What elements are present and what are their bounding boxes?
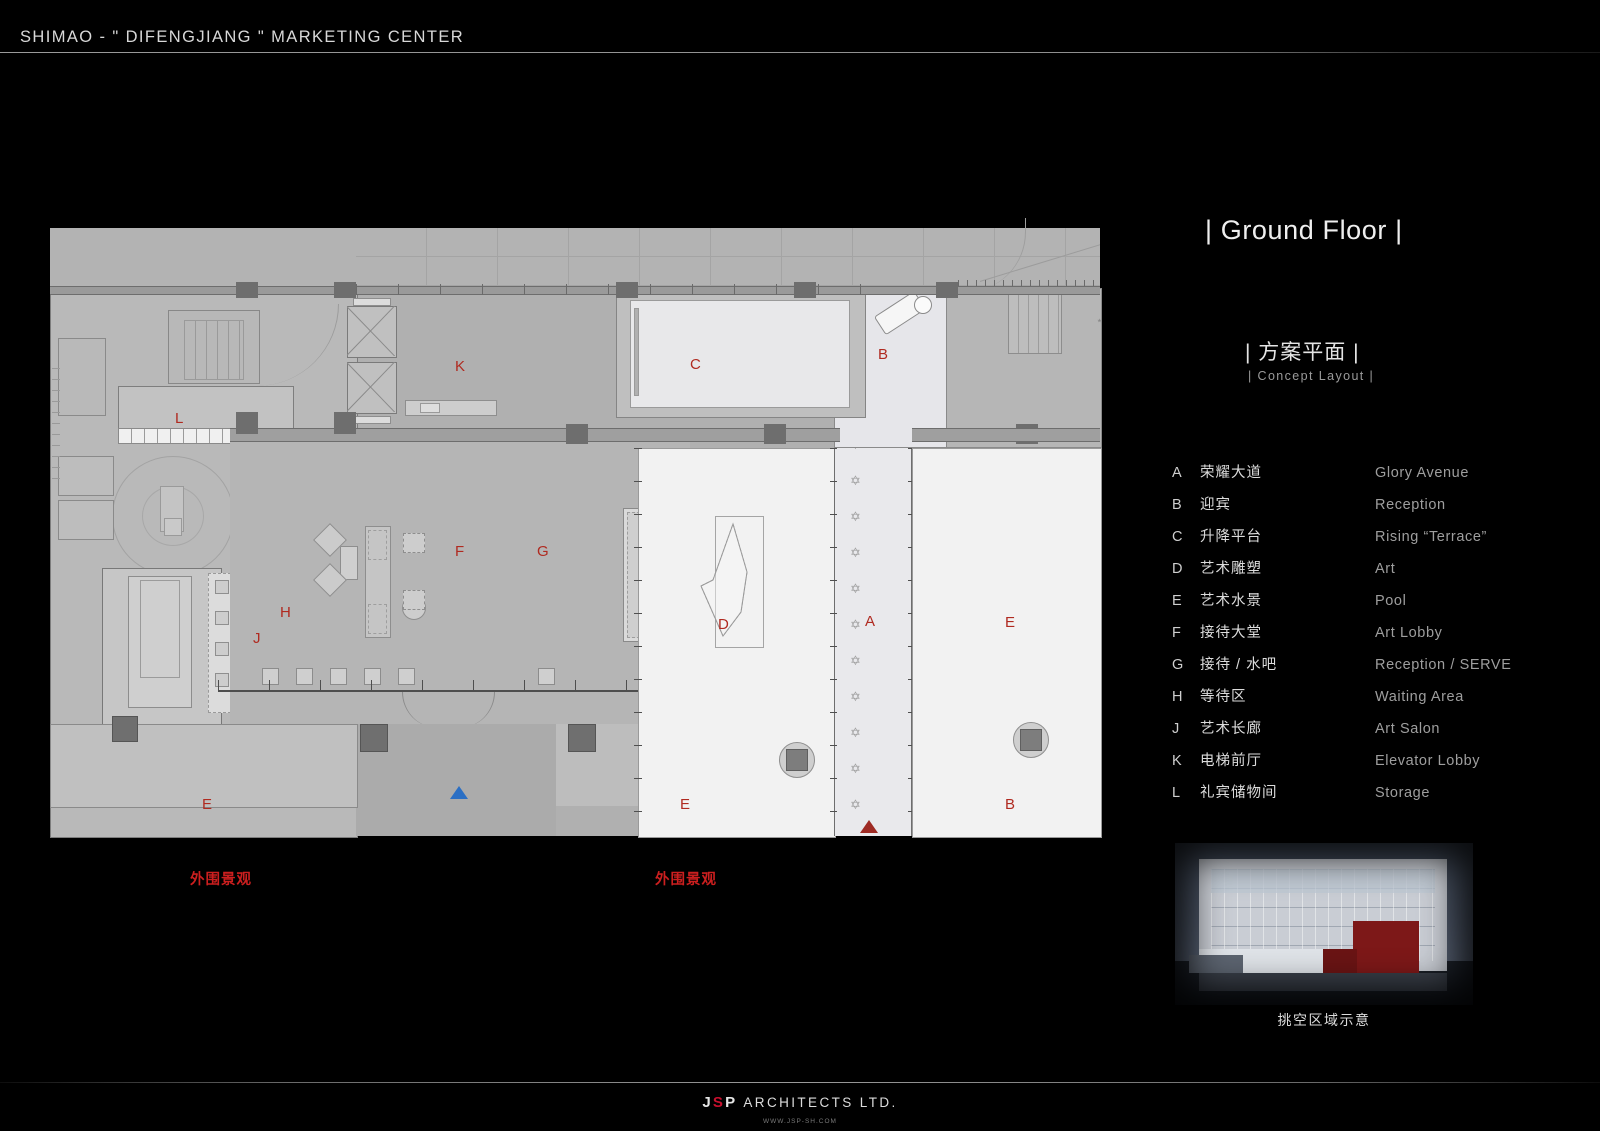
legend-label-en: Storage — [1375, 785, 1430, 801]
legend-label-cn: 接待大堂 — [1200, 625, 1262, 641]
legend-row-l: L 礼宾储物间 Storage — [1172, 781, 1590, 813]
legend-key: K — [1172, 753, 1182, 769]
plan-label-a: A — [865, 613, 876, 630]
logo-letter-j: J — [702, 1094, 713, 1111]
legend-key: C — [1172, 529, 1183, 545]
plan-label-g: G — [537, 543, 549, 560]
plan-label-d: D — [718, 616, 729, 633]
legend-row-g: G 接待 / 水吧 Reception / SERVE — [1172, 653, 1590, 685]
legend-row-h: H 等待区 Waiting Area — [1172, 685, 1590, 717]
panel-title: | Ground Floor | — [1205, 215, 1403, 245]
legend-label-cn: 艺术长廊 — [1200, 721, 1262, 737]
thumb-vignette — [1175, 843, 1473, 1005]
plan-room-label-layer: K L C B F G H J D A E E E B — [50, 228, 1100, 836]
logo-letter-s: S — [712, 1094, 726, 1111]
legend-key: H — [1172, 689, 1183, 705]
plan-label-k: K — [455, 358, 466, 375]
legend-row-j: J 艺术长廊 Art Salon — [1172, 717, 1590, 749]
slide-root: SHIMAO - " DIFENGJIANG " MARKETING CENTE… — [0, 0, 1600, 1131]
panel-subtitle-en: | Concept Layout | — [1248, 369, 1375, 383]
legend-label-en: Waiting Area — [1375, 689, 1464, 705]
plan-label-e: E — [202, 796, 213, 813]
plan-label-f: F — [455, 543, 465, 560]
plan-label-e: E — [1005, 614, 1016, 631]
legend-label-cn: 等待区 — [1200, 689, 1247, 705]
legend-row-e: E 艺术水景 Pool — [1172, 589, 1590, 621]
legend-key: B — [1172, 497, 1182, 513]
site-note: 外围景观 — [655, 872, 717, 888]
legend-key: G — [1172, 657, 1184, 673]
legend-row-c: C 升降平台 Rising “Terrace” — [1172, 525, 1590, 557]
legend-row-d: D 艺术雕塑 Art — [1172, 557, 1590, 589]
company-url: WWW.JSP-SH.COM — [763, 1118, 837, 1125]
legend-label-cn: 迎宾 — [1200, 497, 1231, 513]
plan-label-j: J — [253, 630, 261, 647]
legend-label-en: Pool — [1375, 593, 1407, 609]
legend-key: A — [1172, 465, 1182, 481]
plan-label-b: B — [1005, 796, 1016, 813]
legend-list: A 荣耀大道 Glory Avenue B 迎宾 Reception C 升降平台 Rising… — [1160, 461, 1590, 813]
legend-label-en: Elevator Lobby — [1375, 753, 1481, 769]
legend-label-en: Art Lobby — [1375, 625, 1443, 641]
plan-label-b: B — [878, 346, 889, 363]
legend-label-cn: 艺术雕塑 — [1200, 561, 1262, 577]
legend-label-en: Art Salon — [1375, 721, 1441, 737]
plan-label-h: H — [280, 604, 291, 621]
legend-key: L — [1172, 785, 1181, 801]
elevation-thumbnail[interactable] — [1175, 843, 1473, 1005]
legend-label-cn: 接待 / 水吧 — [1200, 657, 1278, 673]
legend-key: E — [1172, 593, 1182, 609]
plan-label-c: C — [690, 356, 701, 373]
company-logo: JSP ARCHITECTS LTD. — [0, 1094, 1600, 1111]
legend-key: D — [1172, 561, 1183, 577]
legend-label-en: Reception / SERVE — [1375, 657, 1512, 673]
plan-label-l: L — [175, 410, 184, 427]
legend-row-a: A 荣耀大道 Glory Avenue — [1172, 461, 1590, 493]
legend-label-en: Reception — [1375, 497, 1446, 513]
footer-divider — [0, 1082, 1600, 1083]
legend-label-cn: 升降平台 — [1200, 529, 1262, 545]
legend-label-en: Rising “Terrace” — [1375, 529, 1487, 545]
page-title: SHIMAO - " DIFENGJIANG " MARKETING CENTE… — [20, 28, 465, 46]
legend-row-f: F 接待大堂 Art Lobby — [1172, 621, 1590, 653]
legend-key: J — [1172, 721, 1180, 737]
thumbnail-caption: 挑空区域示意 — [1277, 1012, 1371, 1028]
legend-row-b: B 迎宾 Reception — [1172, 493, 1590, 525]
header-divider — [0, 52, 1600, 53]
legend-label-cn: 礼宾储物间 — [1200, 785, 1278, 801]
legend-label-cn: 电梯前厅 — [1200, 753, 1262, 769]
legend-row-k: K 电梯前厅 Elevator Lobby — [1172, 749, 1590, 781]
logo-subtext: ARCHITECTS LTD. — [743, 1095, 898, 1110]
panel-subtitle-cn: | 方案平面 | — [1245, 341, 1360, 364]
legend-label-en: Art — [1375, 561, 1396, 577]
elevation-render-image — [1175, 843, 1473, 1005]
legend-label-en: Glory Avenue — [1375, 465, 1469, 481]
logo-letter-p: P — [725, 1094, 738, 1111]
plan-label-e: E — [680, 796, 691, 813]
site-note: 外围景观 — [190, 872, 252, 888]
legend-key: F — [1172, 625, 1181, 641]
legend-label-cn: 艺术水景 — [1200, 593, 1262, 609]
floor-plan-drawing: ✡✡✡✡✡✡✡✡✡✡✡ ⋆ — [50, 218, 1103, 838]
legend-label-cn: 荣耀大道 — [1200, 465, 1262, 481]
